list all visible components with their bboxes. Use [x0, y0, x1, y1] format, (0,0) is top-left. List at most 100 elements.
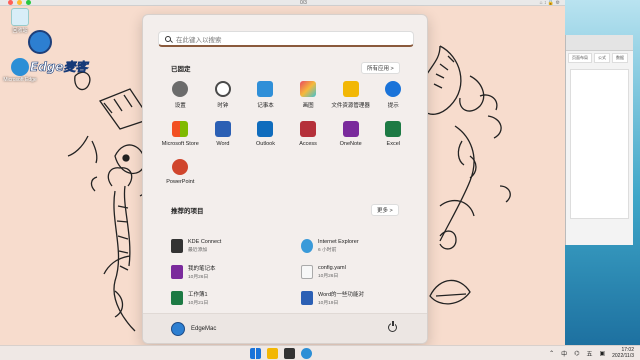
- recycle-bin-icon: [11, 8, 29, 26]
- item-name: config.yaml: [318, 265, 346, 271]
- pinned-apps-grid: 设置 时钟 记事本 画图 文件资源管理器 提示 Microsoft Store: [159, 81, 415, 185]
- folder-icon[interactable]: [267, 348, 278, 359]
- chevron-up-icon[interactable]: ⌃: [549, 350, 554, 357]
- edge-icon: [11, 58, 29, 76]
- edge-shortcut-label: Microsoft Edge: [3, 77, 37, 83]
- item-subtitle: 10月21日: [188, 301, 209, 306]
- recommended-item[interactable]: config.yaml 10月26日: [301, 263, 411, 281]
- app-label: 文件资源管理器: [331, 103, 370, 109]
- start-icon[interactable]: [250, 348, 261, 359]
- pinned-app-access[interactable]: Access: [287, 121, 330, 147]
- close-window-button[interactable]: [8, 0, 13, 5]
- item-subtitle: 最近添加: [188, 248, 208, 253]
- app-label: Outlook: [256, 141, 275, 147]
- pinned-app-settings[interactable]: 设置: [159, 81, 202, 109]
- pinned-app-onenote[interactable]: OneNote: [329, 121, 372, 147]
- item-name: Word的一些功能对: [318, 292, 365, 298]
- background-window-titlebar: [566, 35, 633, 51]
- item-subtitle: 10月26日: [318, 274, 339, 279]
- pinned-app-excel[interactable]: Excel: [372, 121, 415, 147]
- recycle-bin-shortcut[interactable]: 回收站: [2, 8, 38, 34]
- edge-icon[interactable]: [301, 348, 312, 359]
- store-icon: [172, 121, 189, 137]
- app-label: 提示: [387, 103, 399, 109]
- pinned-app-clock[interactable]: 时钟: [202, 81, 245, 109]
- app-label: OneNote: [339, 141, 362, 147]
- ribbon-tabs: 页面布局 公式 数据: [566, 51, 633, 65]
- ribbon-tab[interactable]: 公式: [594, 53, 610, 63]
- recommended-item[interactable]: 我的笔记本 10月26日: [171, 263, 301, 281]
- start-menu: 在此键入以搜索 已固定 所有应用 > 设置 时钟 记事本 画图 文件资源管理器 …: [142, 14, 428, 344]
- start-search-box[interactable]: 在此键入以搜索: [158, 31, 414, 47]
- tips-icon: [385, 81, 402, 97]
- terminal-icon[interactable]: [284, 348, 295, 359]
- outlook-icon: [257, 121, 274, 137]
- app-label: 时钟: [217, 103, 229, 109]
- network-icon[interactable]: ⌬: [574, 350, 579, 357]
- clock-date: 2022/11/3: [612, 353, 634, 359]
- pinned-app-file-explorer[interactable]: 文件资源管理器: [329, 81, 372, 109]
- recommended-item[interactable]: Word的一些功能对 10月19日: [301, 289, 411, 307]
- zoom-window-button[interactable]: [26, 0, 31, 5]
- access-icon: [300, 121, 317, 137]
- background-excel-window[interactable]: 页面布局 公式 数据: [565, 35, 633, 245]
- taskbar-apps: [250, 348, 312, 359]
- recommended-section-title: 推荐的项目: [171, 208, 204, 215]
- pinned-app-microsoft-store[interactable]: Microsoft Store: [159, 121, 202, 147]
- ribbon-tab[interactable]: 数据: [612, 53, 628, 63]
- power-icon[interactable]: [388, 321, 397, 332]
- item-name: 我的笔记本: [188, 266, 216, 272]
- app-label: PowerPoint: [166, 179, 195, 185]
- user-account-button[interactable]: EdgeMac: [171, 322, 216, 336]
- app-label: Word: [216, 141, 230, 147]
- app-label: Excel: [386, 141, 400, 147]
- internet-explorer-icon: [301, 239, 313, 253]
- pinned-app-tips[interactable]: 提示: [372, 81, 415, 109]
- item-subtitle: 10月19日: [318, 301, 339, 306]
- item-name: Internet Explorer: [318, 239, 359, 245]
- minimize-window-button[interactable]: [17, 0, 22, 5]
- pinned-app-notepad[interactable]: 记事本: [244, 81, 287, 109]
- clock-icon: [214, 81, 231, 97]
- onenote-icon: [171, 265, 183, 279]
- recommended-item[interactable]: 工作簿1 10月21日: [171, 289, 301, 307]
- app-label: Microsoft Store: [161, 141, 199, 147]
- app-label: 设置: [174, 103, 186, 109]
- paint-icon: [300, 81, 317, 97]
- pinned-app-paint[interactable]: 画图: [287, 81, 330, 109]
- app-label: Access: [299, 141, 317, 147]
- all-apps-button[interactable]: 所有应用 >: [361, 62, 400, 74]
- excel-icon: [171, 291, 183, 305]
- taskbar-clock[interactable]: 17:02 2022/11/3: [612, 347, 634, 359]
- ime-language-indicator[interactable]: 中: [561, 349, 567, 358]
- app-label: 画图: [302, 103, 314, 109]
- more-button[interactable]: 更多 >: [371, 204, 399, 216]
- window-controls: [8, 0, 31, 5]
- recommended-item[interactable]: KDE Connect 最近添加: [171, 237, 301, 255]
- onenote-icon: [342, 121, 359, 137]
- settings-icon: [172, 81, 189, 97]
- search-icon: [165, 35, 171, 42]
- item-name: 工作簿1: [188, 292, 208, 298]
- search-placeholder: 在此键入以搜索: [176, 36, 222, 44]
- pinned-app-word[interactable]: Word: [202, 121, 245, 147]
- notepad-icon: [257, 81, 274, 97]
- word-icon: [214, 121, 231, 137]
- item-subtitle: 10月26日: [188, 275, 209, 280]
- ime-mode-indicator[interactable]: 五: [586, 349, 592, 358]
- spreadsheet-area[interactable]: [570, 69, 629, 219]
- pinned-app-powerpoint[interactable]: PowerPoint: [159, 159, 202, 185]
- user-name: EdgeMac: [191, 326, 217, 332]
- edge-mac-logo-text: Edge麦客: [30, 60, 88, 75]
- recommended-list: KDE Connect 最近添加 Internet Explorer 6 小时前 我…: [171, 237, 411, 307]
- item-name: KDE Connect: [188, 239, 222, 245]
- edge-mac-logo: [28, 30, 52, 54]
- system-tray: ⌃ 中 ⌬ 五 ▣ 17:02 2022/11/3: [549, 347, 634, 359]
- recommended-item[interactable]: Internet Explorer 6 小时前: [301, 237, 411, 255]
- pinned-app-outlook[interactable]: Outlook: [244, 121, 287, 147]
- pinned-section-title: 已固定: [171, 66, 191, 73]
- ribbon-tab[interactable]: 页面布局: [568, 53, 592, 63]
- avatar: [171, 322, 185, 336]
- clipboard-icon[interactable]: ▣: [599, 350, 605, 357]
- file-icon: [301, 265, 313, 279]
